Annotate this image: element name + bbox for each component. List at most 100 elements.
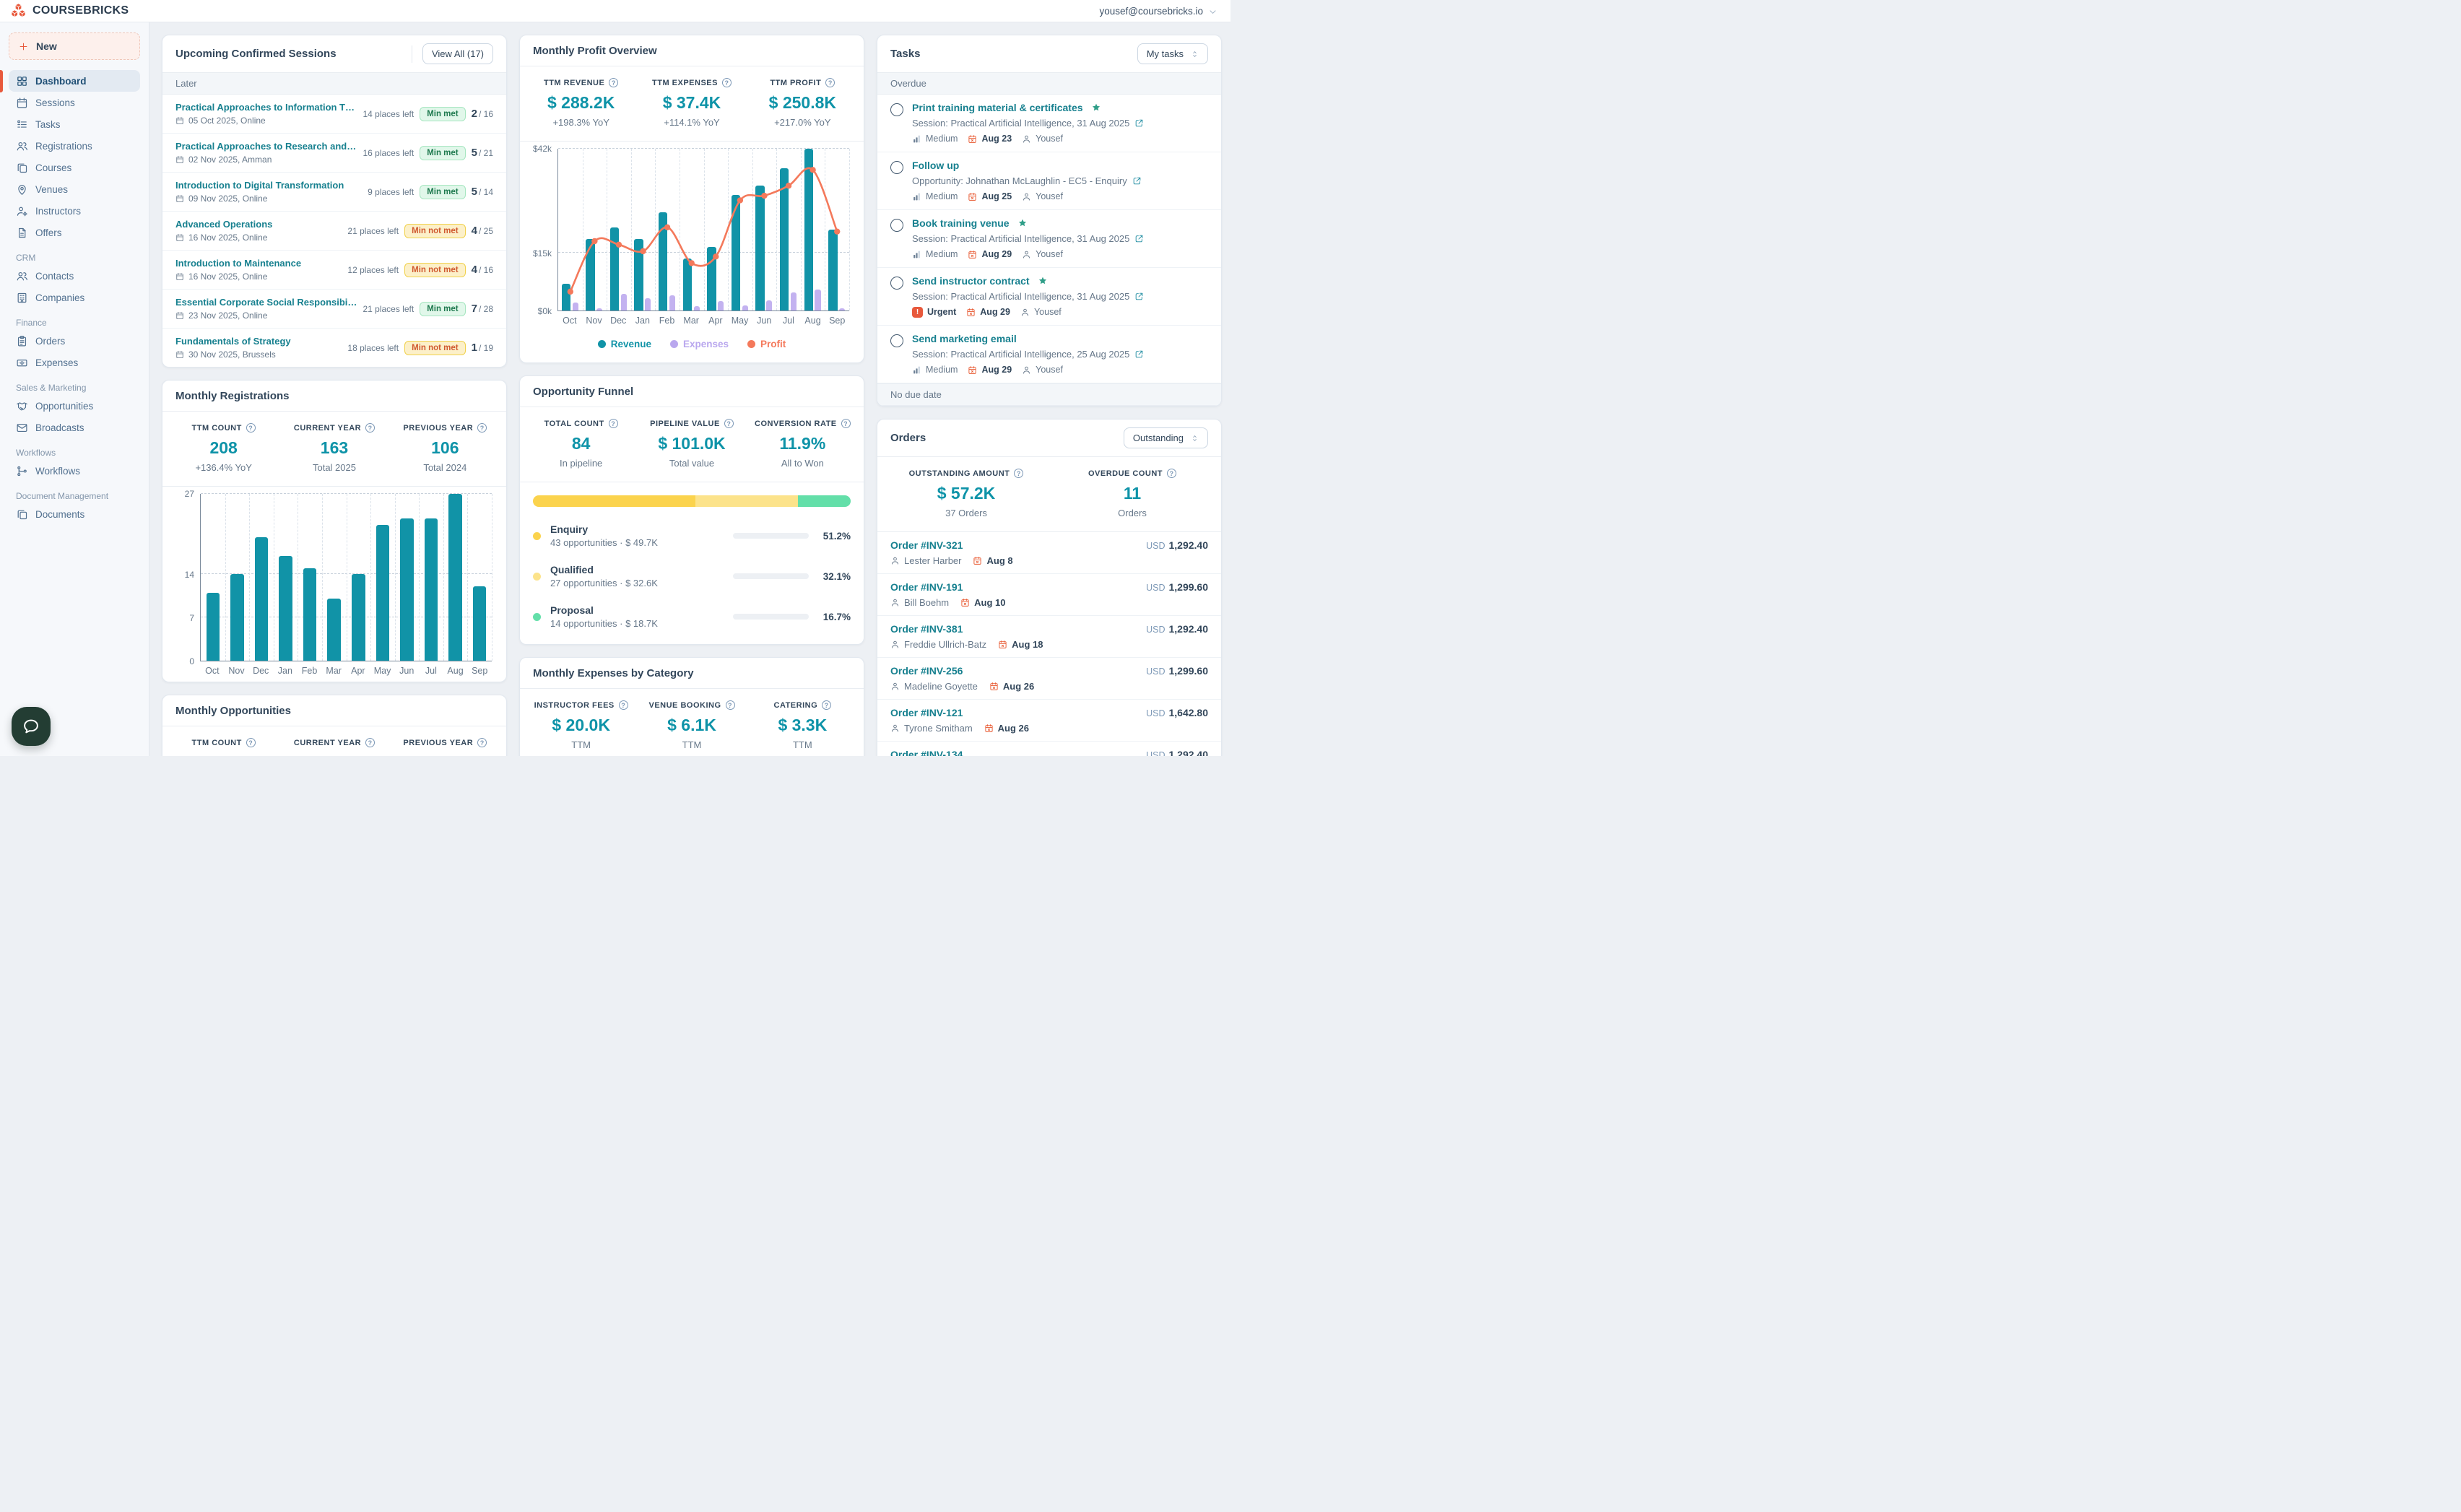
task-priority: Medium — [912, 134, 958, 144]
legend-label: Expenses — [683, 339, 729, 349]
help-icon[interactable] — [726, 700, 735, 710]
sidebar-item[interactable]: Expenses — [9, 352, 140, 373]
session-link[interactable]: Practical Approaches to Research and … — [175, 141, 357, 152]
help-icon[interactable] — [609, 78, 618, 87]
task-link[interactable]: Send marketing email — [912, 333, 1017, 344]
sidebar-item-label: Documents — [35, 509, 84, 520]
help-icon[interactable] — [1014, 469, 1023, 478]
task-link[interactable]: Book training venue — [912, 217, 1010, 229]
legend-item[interactable]: Profit — [747, 339, 786, 349]
session-date: 05 Oct 2025, Online — [188, 116, 266, 126]
plus-icon — [18, 41, 29, 52]
order-link[interactable]: Order #INV-191 — [890, 581, 963, 593]
star-icon[interactable] — [1017, 218, 1028, 228]
legend-item[interactable]: Revenue — [598, 339, 651, 349]
help-icon[interactable] — [246, 423, 256, 433]
sidebar-item[interactable]: Documents — [9, 503, 140, 525]
task-checkbox[interactable] — [890, 277, 903, 290]
orders-filter-select[interactable]: Outstanding — [1124, 427, 1208, 448]
help-icon[interactable] — [1167, 469, 1176, 478]
help-icon[interactable] — [841, 419, 851, 428]
order-link[interactable]: Order #INV-256 — [890, 665, 963, 677]
help-icon[interactable] — [722, 78, 732, 87]
chat-button[interactable] — [12, 707, 51, 746]
sidebar-item[interactable]: Companies — [9, 287, 140, 308]
new-button[interactable]: New — [9, 32, 140, 60]
sidebar-item-label: Expenses — [35, 357, 78, 368]
external-link-icon[interactable] — [1134, 234, 1144, 243]
order-link[interactable]: Order #INV-134 — [890, 749, 963, 756]
sidebar-item[interactable]: Workflows — [9, 460, 140, 482]
stage-name: Qualified — [550, 564, 733, 575]
tasks-filter-select[interactable]: My tasks — [1137, 43, 1208, 64]
external-link-icon[interactable] — [1134, 118, 1144, 128]
sidebar-item-label: Venues — [35, 184, 68, 195]
order-link[interactable]: Order #INV-381 — [890, 623, 963, 635]
sidebar-item-icon — [16, 183, 28, 196]
help-icon[interactable] — [724, 419, 734, 428]
sidebar-item[interactable]: Dashboard — [9, 70, 140, 92]
external-link-icon[interactable] — [1134, 349, 1144, 359]
help-icon[interactable] — [619, 700, 628, 710]
sidebar-item[interactable]: Registrations — [9, 135, 140, 157]
monthly-registrations-card: Monthly Registrations TTM COUNT 208 +136… — [162, 380, 507, 682]
order-contact: Madeline Goyette — [890, 681, 978, 692]
external-link-icon[interactable] — [1132, 176, 1142, 186]
order-due: Aug 10 — [960, 597, 1005, 608]
brand[interactable]: COURSEBRICKS — [10, 3, 129, 19]
funnel-stage-row: Qualified 27 opportunities · $ 32.6K 32.… — [520, 556, 864, 596]
sidebar-item[interactable]: Orders — [9, 330, 140, 352]
help-icon[interactable] — [477, 738, 487, 747]
task-checkbox[interactable] — [890, 219, 903, 232]
sidebar-item[interactable]: Broadcasts — [9, 417, 140, 438]
star-icon[interactable] — [1038, 276, 1048, 286]
task-link[interactable]: Follow up — [912, 160, 959, 171]
help-icon[interactable] — [365, 738, 375, 747]
session-link[interactable]: Introduction to Maintenance — [175, 258, 342, 269]
task-checkbox[interactable] — [890, 161, 903, 174]
sidebar-item[interactable]: Venues — [9, 178, 140, 200]
help-icon[interactable] — [477, 423, 487, 433]
session-link[interactable]: Introduction to Digital Transformation — [175, 180, 362, 191]
session-link[interactable]: Fundamentals of Strategy — [175, 336, 342, 347]
urgent-icon — [912, 307, 923, 318]
session-link[interactable]: Essential Corporate Social Responsibili… — [175, 297, 357, 308]
star-icon[interactable] — [1091, 103, 1101, 113]
help-icon[interactable] — [825, 78, 835, 87]
order-link[interactable]: Order #INV-121 — [890, 707, 963, 718]
order-link[interactable]: Order #INV-321 — [890, 539, 963, 551]
view-all-button[interactable]: View All (17) — [422, 43, 493, 64]
task-link[interactable]: Print training material & certificates — [912, 102, 1083, 113]
min-status-badge: Min met — [420, 185, 465, 199]
calendar-icon — [175, 233, 184, 242]
kpi: CURRENT YEAR 88 — [279, 738, 389, 756]
help-icon[interactable] — [246, 738, 256, 747]
order-amount: USD 1,299.60 — [1146, 581, 1208, 593]
help-icon[interactable] — [365, 423, 375, 433]
column-right: Tasks My tasks Overdue Print training ma… — [877, 35, 1222, 756]
sidebar-item[interactable]: Sessions — [9, 92, 140, 113]
kpi-label: CONVERSION RATE — [755, 420, 837, 428]
task-assignee: Yousef — [1022, 249, 1063, 260]
sidebar-item[interactable]: Opportunities — [9, 395, 140, 417]
account-menu[interactable]: yousef@coursebricks.io — [1099, 6, 1218, 17]
task-checkbox[interactable] — [890, 334, 903, 347]
sidebar-item[interactable]: Contacts — [9, 265, 140, 287]
task-link[interactable]: Send instructor contract — [912, 275, 1030, 287]
sidebar-item-icon — [16, 357, 28, 369]
orders-kpis: OUTSTANDING AMOUNT $ 57.2K 37 Orders OVE… — [877, 457, 1221, 532]
enrollment-count: 5/ 14 — [472, 186, 493, 199]
sidebar-item[interactable]: Instructors — [9, 200, 140, 222]
legend-item[interactable]: Expenses — [670, 339, 729, 349]
sidebar-item[interactable]: Offers — [9, 222, 140, 243]
external-link-icon[interactable] — [1134, 292, 1144, 301]
session-link[interactable]: Practical Approaches to Information T… — [175, 102, 357, 113]
chat-bubble-icon — [22, 717, 40, 736]
priority-bars-icon — [912, 250, 921, 259]
sidebar-item[interactable]: Courses — [9, 157, 140, 178]
help-icon[interactable] — [822, 700, 831, 710]
session-link[interactable]: Advanced Operations — [175, 219, 342, 230]
help-icon[interactable] — [609, 419, 618, 428]
sidebar-item[interactable]: Tasks — [9, 113, 140, 135]
task-checkbox[interactable] — [890, 103, 903, 116]
